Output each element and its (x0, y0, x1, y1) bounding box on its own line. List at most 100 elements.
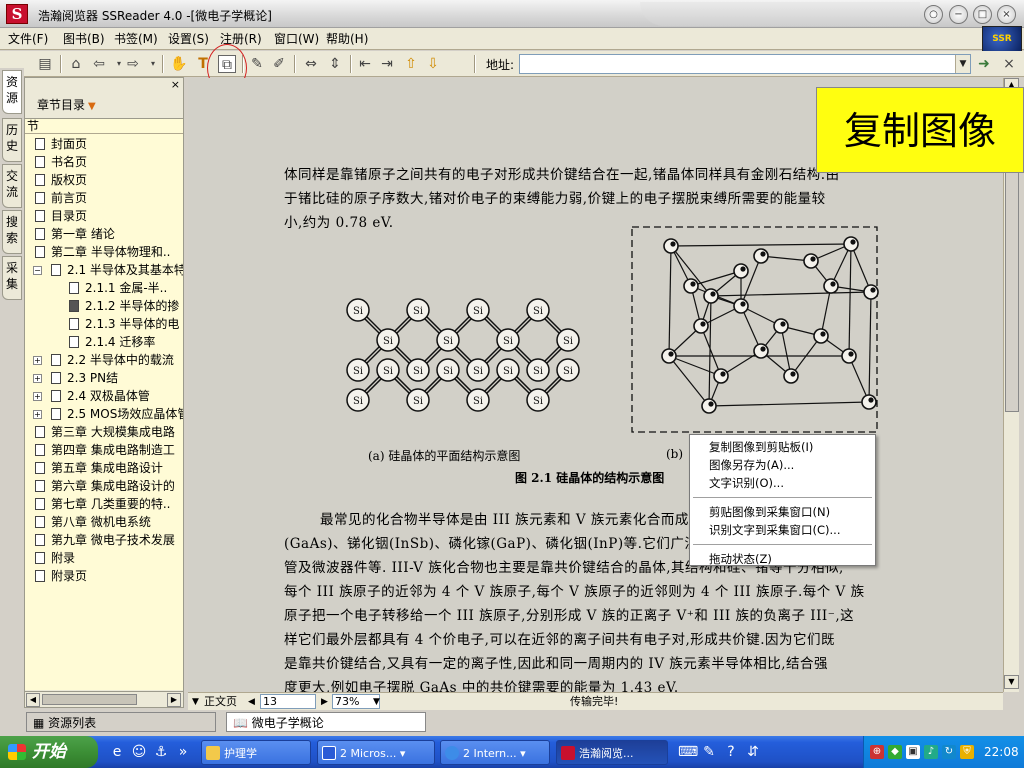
maximize-icon[interactable]: □ (973, 5, 992, 24)
menu-help[interactable]: 帮助(H) (326, 31, 368, 48)
tree-item[interactable]: 附录页 (35, 567, 87, 585)
title-bar[interactable]: S 浩瀚阅览器 SSReader 4.0 -[微电子学概论] ○ − □ × (0, 0, 1024, 28)
menu-ocr-to-collect[interactable]: 识别文字到采集窗口(C)... (690, 521, 875, 539)
tree-item[interactable]: 第二章 半导体物理和.. (35, 243, 170, 261)
last-page-icon[interactable]: ⇥ (378, 55, 396, 73)
expand-icon[interactable]: + (33, 356, 42, 365)
page-up-icon[interactable]: ⇧ (402, 55, 420, 73)
menu-file[interactable]: 文件(F) (8, 31, 48, 48)
tree-item[interactable]: 第八章 微机电系统 (35, 513, 151, 531)
tree-item[interactable]: +2.3 PN结 (33, 369, 118, 387)
tree-item[interactable]: 2.1.4 迁移率 (69, 333, 155, 351)
zoom-dropdown-icon[interactable]: ▼ (373, 694, 380, 710)
tray-update-icon[interactable]: ↻ (942, 745, 956, 759)
vtab-history[interactable]: 历史 (2, 118, 22, 162)
scroll-right-icon[interactable]: ▶ (167, 693, 181, 707)
annotate-icon[interactable]: ✎ (248, 55, 266, 73)
start-button[interactable]: 开始 (0, 736, 98, 768)
show-more-icon[interactable]: » (174, 743, 192, 761)
tree-item[interactable]: 附录 (35, 549, 75, 567)
address-input[interactable] (519, 54, 971, 74)
tree-item[interactable]: 第九章 微电子技术发展 (35, 531, 175, 549)
menu-save-image-as[interactable]: 图像另存为(A)... (690, 456, 875, 474)
scroll-left-icon[interactable]: ◀ (26, 693, 40, 707)
first-page-icon[interactable]: ⇤ (356, 55, 374, 73)
qq-quicklaunch-icon[interactable]: ☺ (130, 743, 148, 761)
menu-bookmark[interactable]: 书签(M) (114, 31, 158, 48)
home-icon[interactable]: ⌂ (67, 55, 85, 73)
tree-item[interactable]: 版权页 (35, 171, 87, 189)
menu-book[interactable]: 图书(B) (63, 31, 105, 48)
tree-item[interactable]: 封面页 (35, 135, 87, 153)
page-down-icon[interactable]: ⇩ (424, 55, 442, 73)
task-folder[interactable]: 护理学 (201, 740, 311, 765)
sidebar-hscrollbar[interactable]: ◀ ▶ (25, 691, 183, 707)
tree-item[interactable]: 第一章 绪论 (35, 225, 115, 243)
sidebar-close-icon[interactable]: × (171, 78, 180, 91)
tree-item[interactable]: 2.1.1 金属-半.. (69, 279, 167, 297)
expand-icon[interactable]: + (33, 410, 42, 419)
tree-item[interactable]: 第六章 集成电路设计的 (35, 477, 175, 495)
menu-clip-image-collect[interactable]: 剪贴图像到采集窗口(N) (690, 503, 875, 521)
scroll-thumb[interactable] (42, 694, 137, 705)
ie-quicklaunch-icon[interactable]: e (108, 743, 126, 761)
expand-icon[interactable]: + (33, 374, 42, 383)
tray-volume-icon[interactable]: ♪ (924, 745, 938, 759)
chapter-dropdown[interactable]: 章节目录 ▼ (37, 96, 96, 113)
tree-item[interactable]: +2.4 双极晶体管 (33, 387, 150, 405)
menu-settings[interactable]: 设置(S) (168, 31, 209, 48)
tray-shield-icon[interactable]: ◆ (888, 745, 902, 759)
ime-icon[interactable]: ⇵ (744, 743, 762, 761)
fit-width-icon[interactable]: ⇔ (302, 55, 320, 73)
anchor-quicklaunch-icon[interactable]: ⚓ (152, 743, 170, 761)
tab-book[interactable]: 📖 微电子学概论 (226, 712, 426, 732)
list-view-icon[interactable]: ▤ (36, 55, 54, 73)
tray-security-icon[interactable]: ⛨ (960, 745, 974, 759)
tree-item[interactable]: − 2.1 半导体及其基本特 (33, 261, 183, 279)
forward-dropdown-icon[interactable]: ▾ (144, 55, 162, 73)
highlighter-icon[interactable]: ✐ (270, 55, 288, 73)
help-icon[interactable]: ? (722, 743, 740, 761)
tree-item[interactable]: +2.5 MOS场效应晶体管 (33, 405, 183, 423)
collapse-icon[interactable]: − (33, 266, 42, 275)
hand-drag-icon[interactable]: ✋ (170, 55, 188, 73)
next-page-icon[interactable]: ▶ (321, 694, 328, 710)
tree-item[interactable]: 第五章 集成电路设计 (35, 459, 163, 477)
restore-window-icon[interactable]: ○ (924, 5, 943, 24)
tree-item[interactable]: 2.1.3 半导体的电 (69, 315, 179, 333)
tree-item[interactable]: 前言页 (35, 189, 87, 207)
chapter-tree[interactable]: 节 封面页 书名页 版权页 前言页 目录页 第一章 绪论 第二章 半导体物理和.. − 2.1 … (25, 118, 183, 690)
tree-item[interactable]: 2.1.2 半导体的掺 (69, 297, 179, 315)
tree-item[interactable]: 第四章 集成电路制造工 (35, 441, 175, 459)
tray-network-icon[interactable]: ▣ (906, 745, 920, 759)
tree-item[interactable]: 书名页 (35, 153, 87, 171)
close-icon[interactable]: × (997, 5, 1016, 24)
mode-dropdown-icon[interactable]: ▼ (192, 694, 199, 710)
tree-item[interactable]: 第三章 大规模集成电路 (35, 423, 175, 441)
tree-item[interactable]: 目录页 (35, 207, 87, 225)
forward-arrow-icon[interactable]: ⇨ (124, 55, 142, 73)
vtab-exchange[interactable]: 交流 (2, 164, 22, 208)
toolbar-close-icon[interactable]: × (1000, 55, 1018, 73)
figure-b-diamond-lattice[interactable] (631, 226, 881, 434)
page-mode-label[interactable]: 正文页 (204, 694, 237, 710)
go-arrow-icon[interactable]: ➜ (975, 55, 993, 73)
minimize-icon[interactable]: − (949, 5, 968, 24)
tray-antivirus-icon[interactable]: ⊕ (870, 745, 884, 759)
address-dropdown-icon[interactable]: ▼ (955, 55, 970, 73)
tree-item[interactable]: 第七章 几类重要的特.. (35, 495, 170, 513)
vtab-collect[interactable]: 采集 (2, 256, 22, 300)
menu-drag-mode[interactable]: 拖动状态(Z) (690, 550, 875, 568)
pen-icon[interactable]: ✎ (700, 743, 718, 761)
task-ssreader[interactable]: 浩瀚阅览... (556, 740, 668, 765)
fit-height-icon[interactable]: ⇕ (326, 55, 344, 73)
task-word[interactable]: 2 Micros... ▾ (317, 740, 435, 765)
menu-window[interactable]: 窗口(W) (274, 31, 319, 48)
expand-icon[interactable]: + (33, 392, 42, 401)
back-arrow-icon[interactable]: ⇦ (90, 55, 108, 73)
tree-item[interactable]: +2.2 半导体中的载流 (33, 351, 174, 369)
vtab-search[interactable]: 搜索 (2, 210, 22, 254)
menu-ocr-text[interactable]: 文字识别(O)... (690, 474, 875, 492)
menu-copy-image-clipboard[interactable]: 复制图像到剪贴板(I) (690, 438, 875, 456)
figure-a-planar-silicon[interactable]: Si Si Si Si Si Si Si Si Si Si Si Si Si Si Si Si Si Si Si Si (338, 288, 588, 418)
